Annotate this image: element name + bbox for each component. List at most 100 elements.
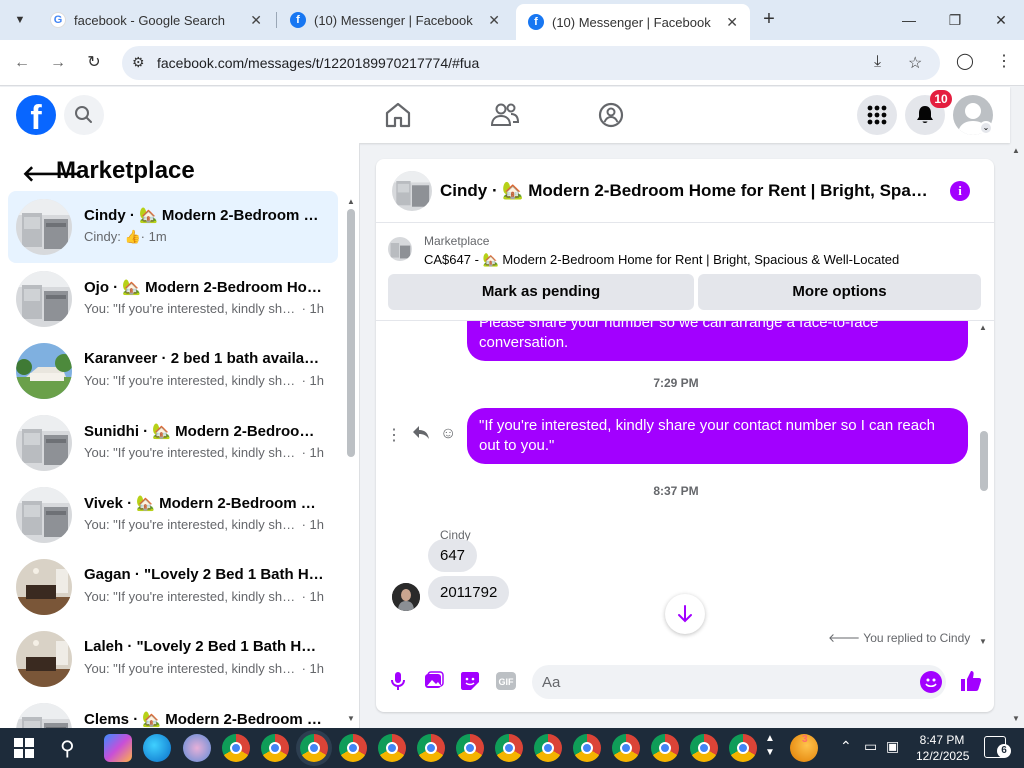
close-tab-icon[interactable]: ✕ [726,14,738,31]
menu-button[interactable] [857,95,897,135]
scroll-down-arrow-icon[interactable]: ▼ [347,714,355,723]
site-info-icon[interactable]: ⚙ [132,54,145,71]
show-hidden-icons-icon[interactable]: ⌃ [840,738,852,755]
close-tab-icon[interactable]: ✕ [250,12,262,29]
conversation-item[interactable]: Laleh · "Lovely 2 Bed 1 Bath Home for Re… [8,623,338,695]
install-app-icon[interactable]: ⤓ [874,53,881,71]
scroll-down-arrow-icon[interactable]: ▼ [979,637,987,646]
conversation-name: Gagan · "Lovely 2 Bed 1 Bath Home for Re… [84,566,324,583]
taskbar-clock[interactable]: 8:47 PM 12/2/2025 [916,732,969,764]
conversation-name: Ojo · 🏡 Modern 2-Bedroom Home for Rent |… [84,279,324,296]
listing-thumbnail-small[interactable] [388,237,412,261]
chrome-icon[interactable] [261,734,289,762]
conversation-item[interactable]: Cindy · 🏡 Modern 2-Bedroom Home for Rent… [8,191,338,263]
more-actions-icon[interactable]: ⋮ [386,425,402,445]
back-icon[interactable]: ← [10,51,34,75]
taskbar-search-icon[interactable]: ⚲ [60,736,75,761]
notification-center-icon[interactable]: 6 [984,736,1011,758]
scroll-to-bottom-button[interactable] [665,594,705,634]
scroll-up-arrow-icon[interactable]: ▲ [347,197,355,206]
facebook-search-button[interactable] [64,95,104,135]
windows-start-icon[interactable] [14,738,34,758]
chrome-menu-icon[interactable]: ⋮ [996,51,1012,71]
chat-title[interactable]: Cindy · 🏡 Modern 2-Bedroom Home for Rent… [440,181,930,201]
copilot-icon[interactable] [104,734,132,762]
page-scroll-down-icon[interactable]: ▼ [1012,714,1020,723]
listing-price-title[interactable]: CA$647 - 🏡 Modern 2-Bedroom Home for Ren… [424,252,899,268]
home-icon[interactable] [382,99,414,131]
reply-icon[interactable] [412,425,430,446]
thumbs-up-icon[interactable] [960,669,982,698]
close-tab-icon[interactable]: ✕ [488,12,500,29]
conversation-item[interactable]: Ojo · 🏡 Modern 2-Bedroom Home for Rent |… [8,263,338,335]
tab-search-icon[interactable]: ▼ [8,8,32,32]
preview-time: · 1h [301,589,324,604]
url-text[interactable]: facebook.com/messages/t/1220189970217774… [157,55,479,71]
bookmark-star-icon[interactable]: ☆ [908,53,922,73]
sticker-icon[interactable] [459,670,481,692]
conversation-item[interactable]: Clems · 🏡 Modern 2-Bedroom Home for Rent… [8,695,338,728]
emoji-icon[interactable] [920,671,942,693]
close-window-icon[interactable]: ✕ [989,8,1013,32]
react-emoji-icon[interactable]: ☺ [440,425,456,443]
tab-messenger-1[interactable]: f (10) Messenger | Facebook ✕ [278,4,512,36]
listing-thumbnail[interactable] [392,171,432,211]
conversation-thumbnail [16,271,72,327]
network-icon[interactable]: ▣ [886,738,899,755]
sender-avatar[interactable] [392,583,420,611]
restore-icon[interactable]: ❐ [943,8,967,32]
conversation-item[interactable]: Gagan · "Lovely 2 Bed 1 Bath Home for Re… [8,551,338,623]
conversation-item[interactable]: Vivek · 🏡 Modern 2-Bedroom Home for Rent… [8,479,338,551]
edge-icon[interactable] [143,734,171,762]
meet-now-icon[interactable]: ▭ [864,738,877,755]
chrome-icon[interactable] [378,734,406,762]
reload-icon[interactable]: ↻ [82,51,106,75]
scrollbar-thumb[interactable] [980,431,988,491]
facebook-logo-icon[interactable]: f [16,95,56,137]
tab-messenger-active[interactable]: f (10) Messenger | Facebook ✕ [516,4,750,40]
info-icon[interactable]: i [950,181,970,201]
outgoing-message[interactable]: "If you're interested, kindly share your… [467,408,968,464]
forward-icon[interactable]: → [46,51,70,75]
mark-as-pending-button[interactable]: Mark as pending [388,274,694,310]
scroll-up-arrow-icon[interactable]: ▲ [979,323,987,332]
chrome-icon[interactable] [495,734,523,762]
paint-icon[interactable] [183,734,211,762]
tab-separator [276,12,277,28]
chrome-icon[interactable] [729,734,757,762]
friends-icon[interactable] [489,99,521,131]
groups-icon[interactable] [595,99,627,131]
new-tab-icon[interactable]: + [758,8,780,30]
gif-icon[interactable]: GIF [495,670,517,692]
chrome-icon[interactable] [651,734,679,762]
chrome-icon[interactable] [300,734,328,762]
chrome-icon[interactable] [573,734,601,762]
preview-text: You: "If you're interested, kindly share… [84,373,302,388]
scrollbar-thumb[interactable] [347,209,355,457]
chrome-icon[interactable] [339,734,367,762]
taskbar-overflow-icon[interactable]: ▲ ▼ [765,732,775,760]
chrome-icon[interactable] [534,734,562,762]
conversation-item[interactable]: Karanveer · 2 bed 1 bath available now Yo… [8,335,338,407]
chrome-icon[interactable] [222,734,250,762]
chrome-icon[interactable] [417,734,445,762]
incoming-message[interactable]: 647 [428,539,478,572]
conversation-item[interactable]: Sunidhi · 🏡 Modern 2-Bedroom Home for Re… [8,407,338,479]
minimize-icon[interactable]: — [897,8,921,32]
incoming-message[interactable]: 2011792 [428,576,510,609]
tab-title: facebook - Google Search [74,12,226,28]
chrome-icon[interactable] [690,734,718,762]
chrome-icon[interactable] [612,734,640,762]
profile-icon[interactable]: ◯ [956,51,974,71]
preview-time: · 1h [301,445,324,460]
outgoing-message[interactable]: Please share your number so we can arran… [467,321,968,361]
page-scroll-up-icon[interactable]: ▲ [1012,146,1020,155]
chrome-icon[interactable] [456,734,484,762]
tab-google-search[interactable]: G facebook - Google Search ✕ [38,4,274,36]
more-options-button[interactable]: More options [698,274,981,310]
chevron-down-icon[interactable]: ⌄ [979,121,993,135]
microphone-icon[interactable] [387,670,409,692]
photo-icon[interactable] [423,670,445,692]
message-input[interactable] [532,665,946,699]
address-bar[interactable]: ⚙ facebook.com/messages/t/12201899702177… [122,46,940,80]
